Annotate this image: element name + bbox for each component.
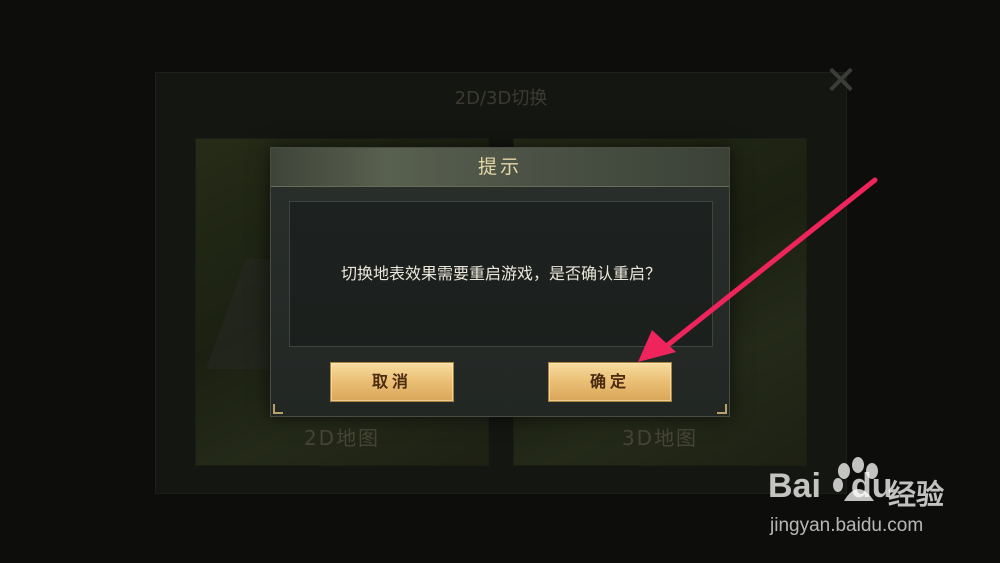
game-screen: 2D/3D切换 ✕ 2D地图 3D地图 提示 切换地表效果需要重启游戏，是否确认… (0, 0, 1000, 563)
watermark-cn: 经验 (888, 478, 945, 511)
paw-icon (833, 457, 878, 501)
watermark-url: jingyan.baidu.com (770, 515, 924, 536)
baidu-watermark: Bai du 经验 jingyan.baidu.com (768, 455, 988, 545)
